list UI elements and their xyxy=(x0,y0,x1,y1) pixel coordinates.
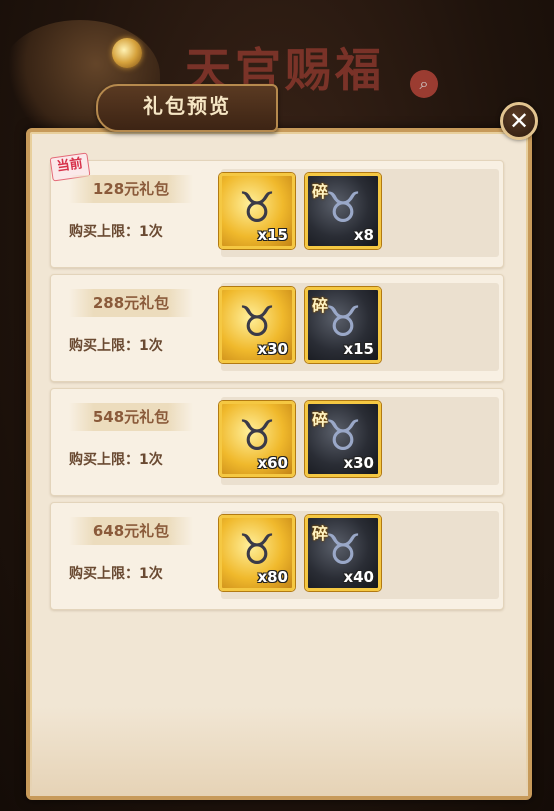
bull-icon: ♉ xyxy=(238,297,276,346)
golden-orb-icon xyxy=(112,38,142,68)
bull-icon: ♉ xyxy=(238,525,276,574)
dark-bull-fragment-icon[interactable]: ♉ 碎 x30 xyxy=(305,401,381,477)
search-icon: ⌕ xyxy=(410,70,438,98)
item-quantity: x30 xyxy=(343,454,374,472)
item-quantity: x8 xyxy=(353,226,374,244)
gold-bull-icon[interactable]: ♉ x80 xyxy=(219,515,295,591)
gold-bull-icon[interactable]: ♉ x30 xyxy=(219,287,295,363)
package-row-288: 288元礼包 购买上限：1次 ♉ x30 ♉ 碎 x15 xyxy=(50,274,504,382)
package-price: 548元礼包 xyxy=(69,403,193,431)
purchase-limit: 购买上限：1次 xyxy=(69,452,163,468)
item-quantity: x15 xyxy=(257,226,288,244)
item-quantity: x40 xyxy=(343,568,374,586)
package-row-548: 548元礼包 购买上限：1次 ♉ x60 ♉ 碎 x30 xyxy=(50,388,504,496)
package-price: 288元礼包 xyxy=(69,289,193,317)
fragment-label: 碎 xyxy=(312,410,329,429)
dark-bull-fragment-icon[interactable]: ♉ 碎 x8 xyxy=(305,173,381,249)
close-button[interactable]: ✕ xyxy=(500,102,538,140)
gold-bull-icon[interactable]: ♉ x15 xyxy=(219,173,295,249)
title-plate: 礼包预览 xyxy=(96,84,278,132)
item-quantity: x60 xyxy=(257,454,288,472)
bull-icon: ♉ xyxy=(238,411,276,460)
item-quantity: x15 xyxy=(343,340,374,358)
item-quantity: x30 xyxy=(257,340,288,358)
package-price: 648元礼包 xyxy=(69,517,193,545)
purchase-limit: 购买上限：1次 xyxy=(69,566,163,582)
package-price: 128元礼包 xyxy=(69,175,193,203)
panel-floor-decoration xyxy=(30,706,528,796)
fragment-label: 碎 xyxy=(312,524,329,543)
dark-bull-fragment-icon[interactable]: ♉ 碎 x40 xyxy=(305,515,381,591)
fragment-label: 碎 xyxy=(312,296,329,315)
dark-bull-fragment-icon[interactable]: ♉ 碎 x15 xyxy=(305,287,381,363)
bull-icon: ♉ xyxy=(238,183,276,232)
package-row-128: 当前 128元礼包 购买上限：1次 ♉ x15 ♉ 碎 x8 xyxy=(49,152,504,268)
fragment-label: 碎 xyxy=(312,182,329,201)
page-title: 礼包预览 xyxy=(143,94,231,118)
close-icon: ✕ xyxy=(508,107,530,135)
purchase-limit: 购买上限：1次 xyxy=(69,338,163,354)
package-row-648: 648元礼包 购买上限：1次 ♉ x80 ♉ 碎 x40 xyxy=(50,502,504,610)
purchase-limit: 购买上限：1次 xyxy=(69,224,163,240)
gold-bull-icon[interactable]: ♉ x60 xyxy=(219,401,295,477)
item-quantity: x80 xyxy=(257,568,288,586)
